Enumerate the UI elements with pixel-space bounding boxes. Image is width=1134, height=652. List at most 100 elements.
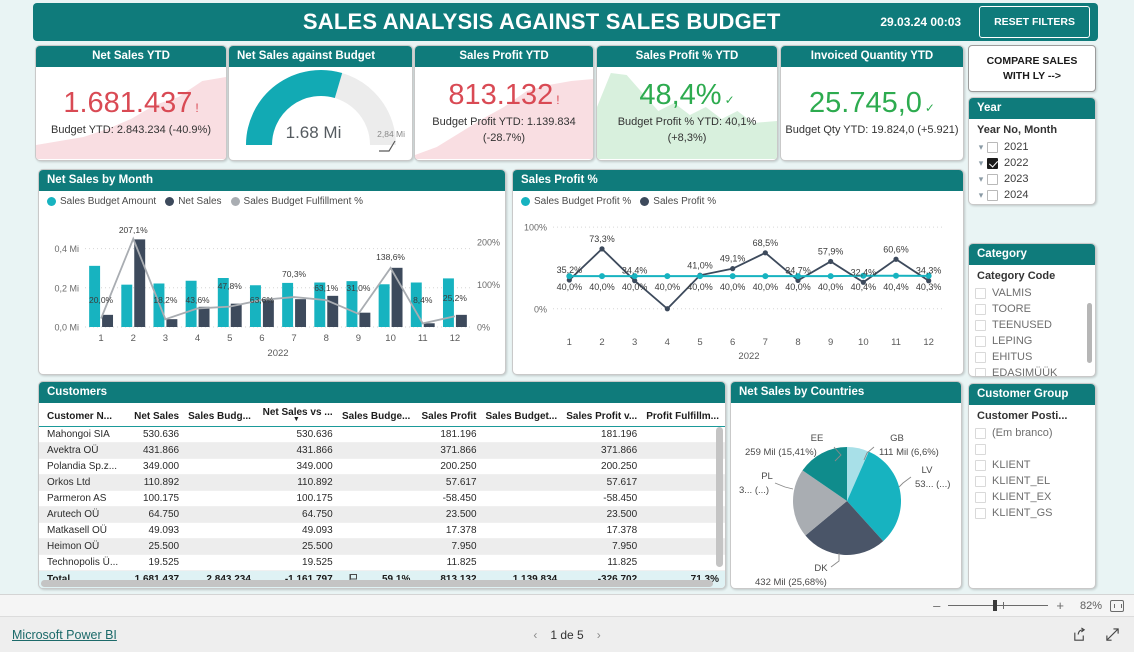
zoom-in-button[interactable]: + <box>1056 599 1064 612</box>
checkbox[interactable] <box>975 335 986 347</box>
cell-value: 19.525 <box>256 554 339 571</box>
slicer-item-edasimuuk[interactable]: EDASIMÜÜK <box>975 365 1089 376</box>
checkbox[interactable] <box>975 459 986 471</box>
col-header-sales-budget-fulfillment[interactable]: Sales Budge... <box>338 403 417 427</box>
checkbox[interactable] <box>975 491 986 503</box>
slicer-scrollbar[interactable] <box>1087 303 1092 363</box>
checkbox[interactable] <box>975 303 986 315</box>
chevron-down-icon[interactable]: ▾ <box>975 190 987 201</box>
table-row[interactable]: Technopolis Ü... 19.525 19.525 11.825 11.825 <box>39 554 725 571</box>
checkbox[interactable] <box>975 475 986 487</box>
reset-filters-button[interactable]: RESET FILTERS <box>979 6 1090 38</box>
chevron-down-icon[interactable]: ▾ <box>975 174 987 185</box>
compare-label-line1: COMPARE SALES <box>986 55 1078 68</box>
slicer-item-klient-el[interactable]: KLIENT_EL <box>975 473 1089 489</box>
table-row[interactable]: Mahongoi SIA 530.636 530.636 181.196 181.196 <box>39 426 725 443</box>
gauge-card-net-sales-against-budget[interactable]: Net Sales against Budget 1.68 Mi 2,84 Mi <box>228 45 413 161</box>
chevron-down-icon[interactable]: ▾ <box>975 158 987 169</box>
slicer-item-2021[interactable]: ▾ 2021 <box>975 139 1089 155</box>
chart-net-sales-by-month[interactable]: Net Sales by Month Sales Budget Amount N… <box>38 169 506 375</box>
slicer-item-klient-gs[interactable]: KLIENT_GS <box>975 505 1089 521</box>
slicer-item-2024[interactable]: ▾ 2024 <box>975 187 1089 203</box>
fullscreen-icon[interactable] <box>1105 627 1120 642</box>
legend-item-sales-profit-pct[interactable]: Sales Profit % <box>640 196 716 207</box>
checkbox[interactable] <box>975 443 986 455</box>
checkbox[interactable] <box>987 189 998 201</box>
zoom-out-button[interactable]: – <box>933 599 940 612</box>
slicer-year[interactable]: Year Year No, Month ▾ 2021 ▾ 2022 ▾ 2023 <box>968 97 1096 205</box>
slicer-item-2022[interactable]: ▾ 2022 <box>975 155 1089 171</box>
compare-sales-with-ly-button[interactable]: COMPARE SALES WITH LY --> <box>968 45 1096 92</box>
next-page-icon[interactable]: › <box>597 628 601 642</box>
slicer-item-klient[interactable]: KLIENT <box>975 457 1089 473</box>
pie-plot-area[interactable]: EE 259 Mil (15,41%) GB 111 Mil (6,6%) LV 53..… <box>731 403 961 589</box>
chart-plot-area[interactable]: 0% 100% 35,2% 73,3% 34,4% 41,0% 49,1% 68,5% 34,7… <box>513 207 963 367</box>
zoom-level-label: 82% <box>1079 599 1102 612</box>
cell-value: 371.866 <box>563 442 644 459</box>
chart-net-sales-by-countries[interactable]: Net Sales by Countries EE 259 Mil (15,41%… <box>730 381 962 589</box>
legend-item-net-sales[interactable]: Net Sales <box>165 196 222 207</box>
table-row[interactable]: Matkasell OÜ 49.093 49.093 17.378 17.378 <box>39 522 725 539</box>
slicer-item-em-branco[interactable]: (Em branco) <box>975 425 1089 441</box>
col-header-sales-budget-profit[interactable]: Sales Budget... <box>482 403 564 427</box>
chart-sales-profit-percent[interactable]: Sales Profit % Sales Budget Profit % Sal… <box>512 169 964 375</box>
col-header-sales-profit-vs-budget[interactable]: Sales Profit v... <box>563 403 644 427</box>
kpi-card-invoiced-quantity-ytd[interactable]: Invoiced Quantity YTD 25.745,0 ✓ Budget … <box>780 45 964 161</box>
checkbox[interactable] <box>975 319 986 331</box>
table-customers[interactable]: Customers Customer N... Net Sales Sales … <box>38 381 726 589</box>
col-header-profit-fulfillment[interactable]: Profit Fulfillm... <box>643 403 725 427</box>
svg-text:0,0 Mi: 0,0 Mi <box>54 323 79 333</box>
chevron-down-icon[interactable]: ▾ <box>975 142 987 153</box>
slicer-item-toore[interactable]: TOORE <box>975 301 1089 317</box>
cell-value: 25.500 <box>126 538 186 555</box>
powerbi-brand-link[interactable]: Microsoft Power BI <box>12 628 117 642</box>
checkbox[interactable] <box>987 157 998 169</box>
slicer-item-ehitus[interactable]: EHITUS <box>975 349 1089 365</box>
slicer-item-leping[interactable]: LEPING <box>975 333 1089 349</box>
zoom-slider-thumb[interactable] <box>993 600 998 611</box>
zoom-slider[interactable] <box>948 600 1049 611</box>
fit-to-page-icon[interactable] <box>1110 599 1124 612</box>
col-header-customer-name[interactable]: Customer N... <box>39 403 127 427</box>
slicer-item-klient-ex[interactable]: KLIENT_EX <box>975 489 1089 505</box>
col-header-net-sales[interactable]: Net Sales <box>126 403 186 427</box>
svg-text:2: 2 <box>599 337 604 348</box>
checkbox[interactable] <box>975 367 986 376</box>
checkbox[interactable] <box>975 427 986 439</box>
svg-text:8: 8 <box>324 333 329 344</box>
legend-item-sales-budget-fulfillment[interactable]: Sales Budget Fulfillment % <box>230 196 363 207</box>
checkbox[interactable] <box>987 173 998 185</box>
kpi-card-sales-profit-pct-ytd[interactable]: Sales Profit % YTD 48,4% ✓ Budget Profit… <box>596 45 778 161</box>
slicer-customer-group[interactable]: Customer Group Customer Posti... (Em bra… <box>968 383 1096 589</box>
table-row[interactable]: Heimon OÜ 25.500 25.500 7.950 7.950 <box>39 538 725 555</box>
previous-page-icon[interactable]: ‹ <box>533 628 537 642</box>
legend-item-sales-budget-profit-pct[interactable]: Sales Budget Profit % <box>521 196 631 207</box>
share-icon[interactable] <box>1072 627 1087 642</box>
table-row[interactable]: Parmeron AS 100.175 100.175 -58.450 -58.450 <box>39 490 725 507</box>
checkbox[interactable] <box>975 507 986 519</box>
table-row[interactable]: Polandia Sp.z... 349.000 349.000 200.250 200… <box>39 458 725 475</box>
table-row[interactable]: Orkos Ltd 110.892 110.892 57.617 57.617 <box>39 474 725 491</box>
table-row[interactable]: Avektra OÜ 431.866 431.866 371.866 371.866 <box>39 442 725 459</box>
table-vertical-scrollbar[interactable] <box>716 427 723 567</box>
col-header-net-sales-vs-budget[interactable]: Net Sales vs ... ▼ <box>256 403 339 427</box>
checkbox[interactable] <box>975 351 986 363</box>
slicer-item-blank[interactable] <box>975 441 1089 457</box>
checkbox[interactable] <box>987 141 998 153</box>
slicer-item-2023[interactable]: ▾ 2023 <box>975 171 1089 187</box>
table-row[interactable]: Arutech OÜ 64.750 64.750 23.500 23.500 <box>39 506 725 523</box>
legend-label: Net Sales <box>178 196 222 207</box>
legend-item-sales-budget-amount[interactable]: Sales Budget Amount <box>47 196 156 207</box>
kpi-card-sales-profit-ytd[interactable]: Sales Profit YTD 813.132 ! Budget Profit… <box>414 45 594 161</box>
table-horizontal-scrollbar[interactable] <box>41 580 713 587</box>
col-header-sales-budget[interactable]: Sales Budg... <box>185 403 257 427</box>
slicer-category[interactable]: Category Category Code VALMIS TOORE TEEN… <box>968 243 1096 377</box>
col-header-sales-profit[interactable]: Sales Profit <box>416 403 483 427</box>
cell-value: -58.450 <box>563 490 644 507</box>
slicer-item-valmis[interactable]: VALMIS <box>975 285 1089 301</box>
power-bi-report-canvas: SALES ANALYSIS AGAINST SALES BUDGET 29.0… <box>0 0 1134 652</box>
slicer-item-teenused[interactable]: TEENUSED <box>975 317 1089 333</box>
checkbox[interactable] <box>975 287 986 299</box>
chart-plot-area[interactable]: 0,0 Mi 0,2 Mi 0,4 Mi 0% 100% 200% 20,0% 207,1% 1… <box>39 207 505 367</box>
kpi-card-net-sales-ytd[interactable]: Net Sales YTD 1.681.437 ! Budget YTD: 2.… <box>35 45 227 161</box>
